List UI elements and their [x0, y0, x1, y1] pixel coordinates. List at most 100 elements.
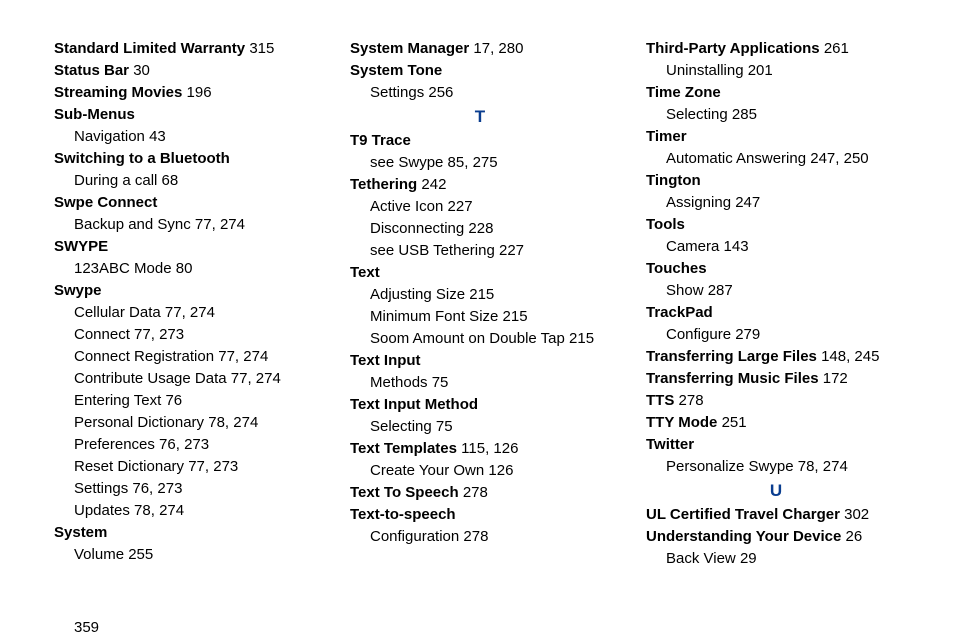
index-page: Standard Limited Warranty 315Status Bar …: [0, 0, 954, 636]
index-heading: Swype: [54, 280, 314, 302]
index-heading: Tington: [646, 170, 906, 192]
index-section-letter: U: [646, 480, 906, 502]
index-page-ref: 251: [722, 414, 747, 431]
index-heading-label: Time Zone: [646, 84, 721, 101]
index-page-ref: 215: [469, 286, 494, 303]
index-subentry-label: Entering Text: [74, 392, 161, 409]
index-subentry-label: Cellular Data: [74, 304, 161, 321]
index-subentry-label: Personal Dictionary: [74, 414, 204, 431]
index-heading-label: Text Input Method: [350, 396, 478, 413]
index-subentry: Configuration 278: [350, 526, 610, 548]
index-subentry: Personal Dictionary 78, 274: [54, 412, 314, 434]
index-heading: Streaming Movies 196: [54, 82, 314, 104]
index-subentry: Back View 29: [646, 548, 906, 570]
index-page-ref: 76, 273: [159, 436, 209, 453]
index-subentry-label: Navigation: [74, 128, 145, 145]
index-subentry-label: Active Icon: [370, 198, 443, 215]
index-subentry: During a call 68: [54, 170, 314, 192]
index-heading: Timer: [646, 126, 906, 148]
index-heading: System Tone: [350, 60, 610, 82]
index-heading-label: System: [54, 524, 107, 541]
section-letter-text: T: [475, 107, 485, 126]
index-heading: TrackPad: [646, 302, 906, 324]
index-heading-label: Sub-Menus: [54, 106, 135, 123]
index-subentry-label: 123ABC Mode: [74, 260, 172, 277]
index-heading-label: Text Input: [350, 352, 421, 369]
index-subentry-label: Adjusting Size: [370, 286, 465, 303]
index-page-ref: 215: [569, 330, 594, 347]
index-page-ref: 26: [846, 528, 863, 545]
index-subentry-label: Show: [666, 282, 704, 299]
index-heading: Text Input: [350, 350, 610, 372]
index-heading: UL Certified Travel Charger 302: [646, 504, 906, 526]
index-heading-label: Transferring Music Files: [646, 370, 819, 387]
index-heading-label: Transferring Large Files: [646, 348, 817, 365]
index-page-ref: 78, 274: [134, 502, 184, 519]
index-heading-label: Swpe Connect: [54, 194, 157, 211]
index-heading: Tethering 242: [350, 174, 610, 196]
index-subentry-label: During a call: [74, 172, 157, 189]
index-page-ref: 247, 250: [810, 150, 868, 167]
index-page-ref: 143: [724, 238, 749, 255]
index-subentry-label: Connect Registration: [74, 348, 214, 365]
index-heading-label: Text: [350, 264, 380, 281]
index-heading-label: TTY Mode: [646, 414, 717, 431]
index-subentry-label: Disconnecting: [370, 220, 464, 237]
index-page-ref: 256: [428, 84, 453, 101]
index-subentry: Settings 256: [350, 82, 610, 104]
index-page-ref: 77, 273: [134, 326, 184, 343]
index-heading: Text-to-speech: [350, 504, 610, 526]
index-page-ref: 17, 280: [473, 40, 523, 57]
index-page-ref: 29: [740, 550, 757, 567]
index-heading: Understanding Your Device 26: [646, 526, 906, 548]
index-subentry: Entering Text 76: [54, 390, 314, 412]
index-heading-label: System Tone: [350, 62, 442, 79]
index-page-ref: 215: [503, 308, 528, 325]
index-subentry-label: Create Your Own: [370, 462, 484, 479]
index-heading: Transferring Large Files 148, 245: [646, 346, 906, 368]
index-subentry-label: Volume: [74, 546, 124, 563]
index-page-ref: 77, 274: [231, 370, 281, 387]
index-heading-label: Tools: [646, 216, 685, 233]
index-subentry-label: see Swype: [370, 154, 443, 171]
index-page-ref: 227: [499, 242, 524, 259]
index-subentry-label: Soom Amount on Double Tap: [370, 330, 565, 347]
index-heading-label: Streaming Movies: [54, 84, 182, 101]
index-subentry-label: Configure: [666, 326, 731, 343]
index-subentry: Uninstalling 201: [646, 60, 906, 82]
index-subentry: Preferences 76, 273: [54, 434, 314, 456]
index-page-ref: 201: [748, 62, 773, 79]
index-subentry: Disconnecting 228: [350, 218, 610, 240]
index-heading: Status Bar 30: [54, 60, 314, 82]
index-heading: Twitter: [646, 434, 906, 456]
index-subentry: Show 287: [646, 280, 906, 302]
index-heading-label: Timer: [646, 128, 687, 145]
index-page-ref: 315: [249, 40, 274, 57]
index-heading: Text Templates 115, 126: [350, 438, 610, 460]
index-page-ref: 287: [708, 282, 733, 299]
index-subentry: see Swype 85, 275: [350, 152, 610, 174]
index-page-ref: 85, 275: [448, 154, 498, 171]
index-column-3: Third-Party Applications 261Uninstalling…: [646, 38, 906, 607]
index-subentry: Settings 76, 273: [54, 478, 314, 500]
index-subentry-label: Connect: [74, 326, 130, 343]
index-heading: System Manager 17, 280: [350, 38, 610, 60]
index-page-ref: 76: [165, 392, 182, 409]
index-heading: Third-Party Applications 261: [646, 38, 906, 60]
index-page-ref: 247: [735, 194, 760, 211]
index-heading-label: Switching to a Bluetooth: [54, 150, 230, 167]
index-subentry: Personalize Swype 78, 274: [646, 456, 906, 478]
index-heading-label: T9 Trace: [350, 132, 411, 149]
index-subentry-label: Automatic Answering: [666, 150, 806, 167]
index-page-ref: 77, 273: [188, 458, 238, 475]
index-subentry-label: Assigning: [666, 194, 731, 211]
index-column-2: System Manager 17, 280 System Tone Setting…: [350, 38, 610, 607]
index-heading-label: SWYPE: [54, 238, 108, 255]
index-heading: Touches: [646, 258, 906, 280]
index-heading-label: Text-to-speech: [350, 506, 456, 523]
index-subentry-label: Selecting: [666, 106, 728, 123]
index-heading: Swpe Connect: [54, 192, 314, 214]
index-heading: Text To Speech 278: [350, 482, 610, 504]
index-heading-label: Twitter: [646, 436, 694, 453]
index-page-ref: 227: [448, 198, 473, 215]
